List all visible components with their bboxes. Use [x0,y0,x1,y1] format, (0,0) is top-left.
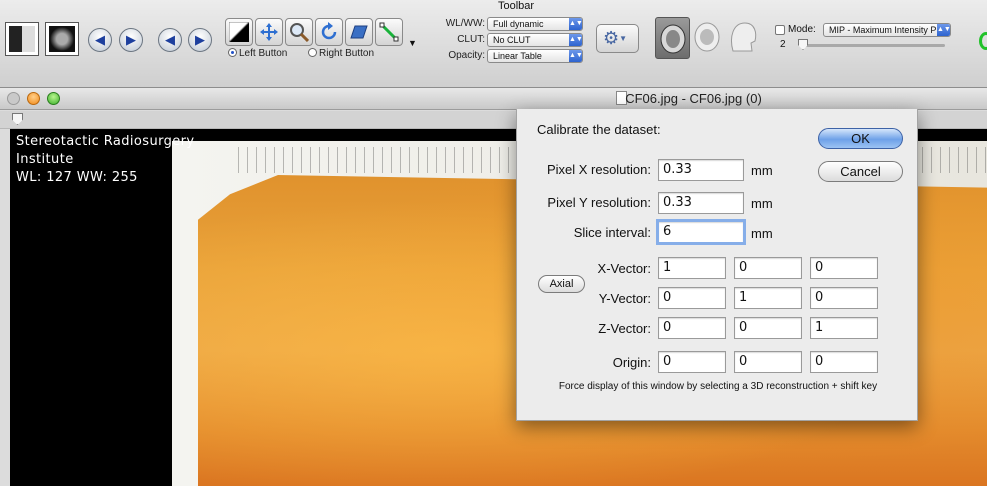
stack-tool-icon[interactable] [345,18,373,46]
previous-series-icon[interactable]: ◀ [88,28,112,52]
slab-value: 2 [780,39,786,50]
origin-field-x[interactable]: 0 [658,351,726,373]
mode-checkbox[interactable] [775,25,785,35]
pixel-y-unit: mm [751,196,773,211]
z-vector-label: Z-Vector: [598,321,651,336]
clut-select-value: No CLUT [493,35,531,45]
slice-interval-field[interactable]: 6 [656,219,746,245]
clut-label: CLUT: [457,34,485,45]
chevron-down-icon: ▼ [619,34,628,43]
clut-select[interactable]: No CLUT ▲▼ [487,33,583,47]
opacity-select[interactable]: Linear Table ▲▼ [487,49,583,63]
mode-select-value: MIP - Maximum Intensity Projection [829,25,950,35]
y-vector-field-z[interactable]: 0 [810,287,878,309]
mode-label: Mode: [788,24,816,35]
slice-interval-unit: mm [751,226,773,241]
more-tools-chevron-icon[interactable]: ▼ [408,38,417,48]
chevron-down-icon: ▲▼ [569,50,582,62]
pixel-x-unit: mm [751,163,773,178]
left-button-radio-dot [228,48,237,57]
next-series-icon[interactable]: ▶ [119,28,143,52]
axial-view-icon[interactable] [655,17,690,59]
x-vector-field-y[interactable]: 0 [734,257,802,279]
pixel-x-label: Pixel X resolution: [546,162,651,177]
origin-field-y[interactable]: 0 [734,351,802,373]
right-button-radio[interactable]: Right Button [308,48,374,60]
y-vector-label: Y-Vector: [598,291,651,306]
slab-slider-knob[interactable] [798,39,808,50]
ok-button[interactable]: OK [818,128,903,149]
origin-field-z[interactable]: 0 [810,351,878,373]
zoom-tool-icon[interactable] [285,18,313,46]
y-vector-field-x[interactable]: 0 [658,287,726,309]
left-button-radio[interactable]: Left Button [228,48,287,60]
overlay-wlww: WL: 127 WW: 255 [16,170,138,185]
database-icon[interactable] [5,22,39,56]
pixel-x-field[interactable]: 0.33 [658,159,744,181]
dialog-footnote: Force display of this window by selectin… [558,381,878,392]
dialog-heading: Calibrate the dataset: [537,122,661,137]
window-title: CF06.jpg - CF06.jpg (0) [625,91,762,106]
wlww-select[interactable]: Full dynamic ▲▼ [487,17,583,31]
pixel-y-label: Pixel Y resolution: [547,195,651,210]
sync-icon[interactable] [979,32,987,50]
viewer-icon[interactable] [45,22,79,56]
next-image-icon[interactable]: ▶ [188,28,212,52]
opacity-select-value: Linear Table [493,51,542,61]
wlww-label: WL/WW: [445,18,485,29]
sagittal-view-icon[interactable] [725,17,760,59]
coronal-view-icon[interactable] [690,17,725,59]
wlww-select-value: Full dynamic [493,19,544,29]
overlay-institution-line2: Institute [16,152,74,167]
x-vector-label: X-Vector: [597,261,651,276]
z-vector-field-z[interactable]: 1 [810,317,878,339]
opacity-label: Opacity: [448,50,485,61]
window-titlebar: CF06.jpg - CF06.jpg (0) [0,88,987,110]
right-button-radio-dot [308,48,317,57]
previous-image-icon[interactable]: ◀ [158,28,182,52]
length-tool-icon[interactable] [375,18,403,46]
right-button-label: Right Button [319,48,375,59]
z-vector-field-x[interactable]: 0 [658,317,726,339]
slice-interval-label: Slice interval: [573,225,651,240]
z-vector-field-y[interactable]: 0 [734,317,802,339]
origin-label: Origin: [612,355,651,370]
move-tool-icon[interactable] [255,18,283,46]
rotate-tool-icon[interactable] [315,18,343,46]
y-vector-field-y[interactable]: 1 [734,287,802,309]
calibrate-dialog: Calibrate the dataset: OK Cancel Pixel X… [516,109,918,421]
left-button-label: Left Button [239,48,288,59]
cancel-button[interactable]: Cancel [818,161,903,182]
overlay-institution-line1: Stereotactic Radiosurgery [16,134,195,149]
x-vector-field-z[interactable]: 0 [810,257,878,279]
chevron-down-icon: ▲▼ [937,24,950,36]
mode-select[interactable]: MIP - Maximum Intensity Projection▲▼ [823,23,951,37]
pixel-y-field[interactable]: 0.33 [658,192,744,214]
settings-gear-icon[interactable]: ⚙▼ [596,24,639,53]
wlww-tool-icon[interactable] [225,18,253,46]
slab-slider-track[interactable] [800,44,945,47]
chevron-down-icon: ▲▼ [569,18,582,30]
x-vector-field-x[interactable]: 1 [658,257,726,279]
toolbar: Toolbar ◀ ▶ ◀ ▶ ▼ Left Button Right Butt… [0,0,987,88]
image-overlay: Stereotactic Radiosurgery Institute WL: … [16,133,195,187]
chevron-down-icon: ▲▼ [569,34,582,46]
toolbar-title: Toolbar [497,0,535,12]
